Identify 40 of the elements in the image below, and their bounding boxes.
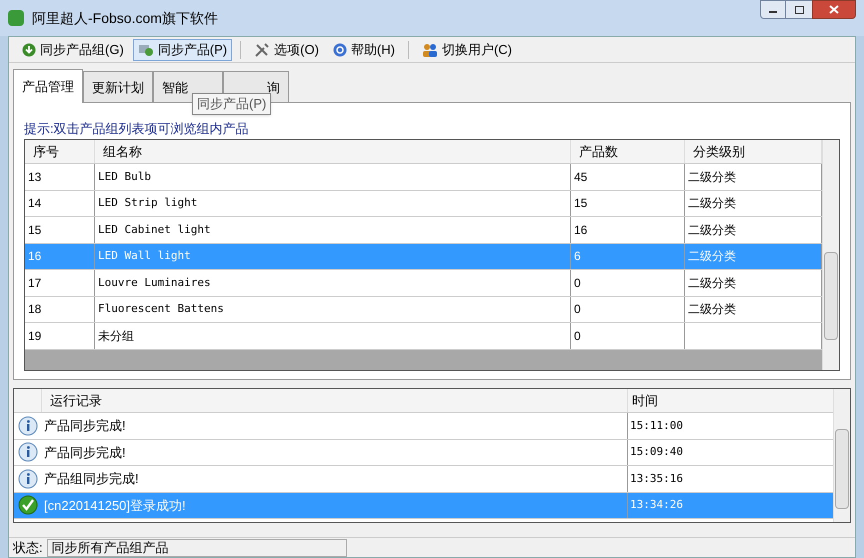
log-time: 15:09:40 <box>630 444 683 460</box>
hint-text: 提示:双击产品组列表项可浏览组内产品 <box>24 120 250 138</box>
table-cell-text: 6 <box>574 248 581 266</box>
log-time: 13:34:26 <box>630 497 683 513</box>
table-cell-text: LED Bulb <box>98 168 151 184</box>
tooltip: 同步产品(P) <box>192 93 272 115</box>
table-cell-text: 13 <box>28 168 42 186</box>
table-cell-text: 二级分类 <box>688 274 736 292</box>
log-message: [cn220141250]登录成功! <box>44 496 186 515</box>
table-cell-text: 16 <box>28 248 42 266</box>
table-cell-text: 15 <box>574 195 588 212</box>
table-cell-text: 45 <box>574 168 588 186</box>
log-message: 产品组同步完成! <box>44 470 139 488</box>
table-cell-text: 18 <box>28 301 42 318</box>
table-cell-text: 未分组 <box>98 328 134 345</box>
table-cell-text: 17 <box>28 274 42 292</box>
table-cell-text: LED Cabinet light <box>98 222 211 238</box>
status-label: 状态: <box>13 538 43 557</box>
table-cell-text: Fluorescent Battens <box>98 301 224 317</box>
table-cell-text: 15 <box>28 222 42 239</box>
window-title: 阿里超人-Fobso.com旗下软件 <box>32 8 218 28</box>
table-cell-text: 0 <box>574 301 581 318</box>
table-cell-text: 16 <box>574 222 588 239</box>
table-cell-text: LED Wall light <box>98 248 191 264</box>
table-cell-text: 二级分类 <box>688 301 736 318</box>
table-cell-text: 二级分类 <box>688 168 736 186</box>
log-time: 15:11:00 <box>630 418 683 434</box>
table-cell-text: 14 <box>28 195 42 212</box>
table-cell-text: 0 <box>574 328 581 345</box>
table-cell-text: LED Strip light <box>98 195 198 211</box>
log-message: 产品同步完成! <box>44 417 126 435</box>
table-cell-text: 二级分类 <box>688 222 736 239</box>
table-cell-text: 0 <box>574 274 581 292</box>
table-cell-text: 19 <box>28 328 42 345</box>
table-cell-text: 二级分类 <box>688 248 736 266</box>
table-cell-text: 二级分类 <box>688 195 736 212</box>
status-value: 同步所有产品组产品 <box>46 538 347 556</box>
log-message: 产品同步完成! <box>44 444 126 462</box>
log-time: 13:35:16 <box>630 470 683 486</box>
table-cell-text: Louvre Luminaires <box>98 274 211 290</box>
